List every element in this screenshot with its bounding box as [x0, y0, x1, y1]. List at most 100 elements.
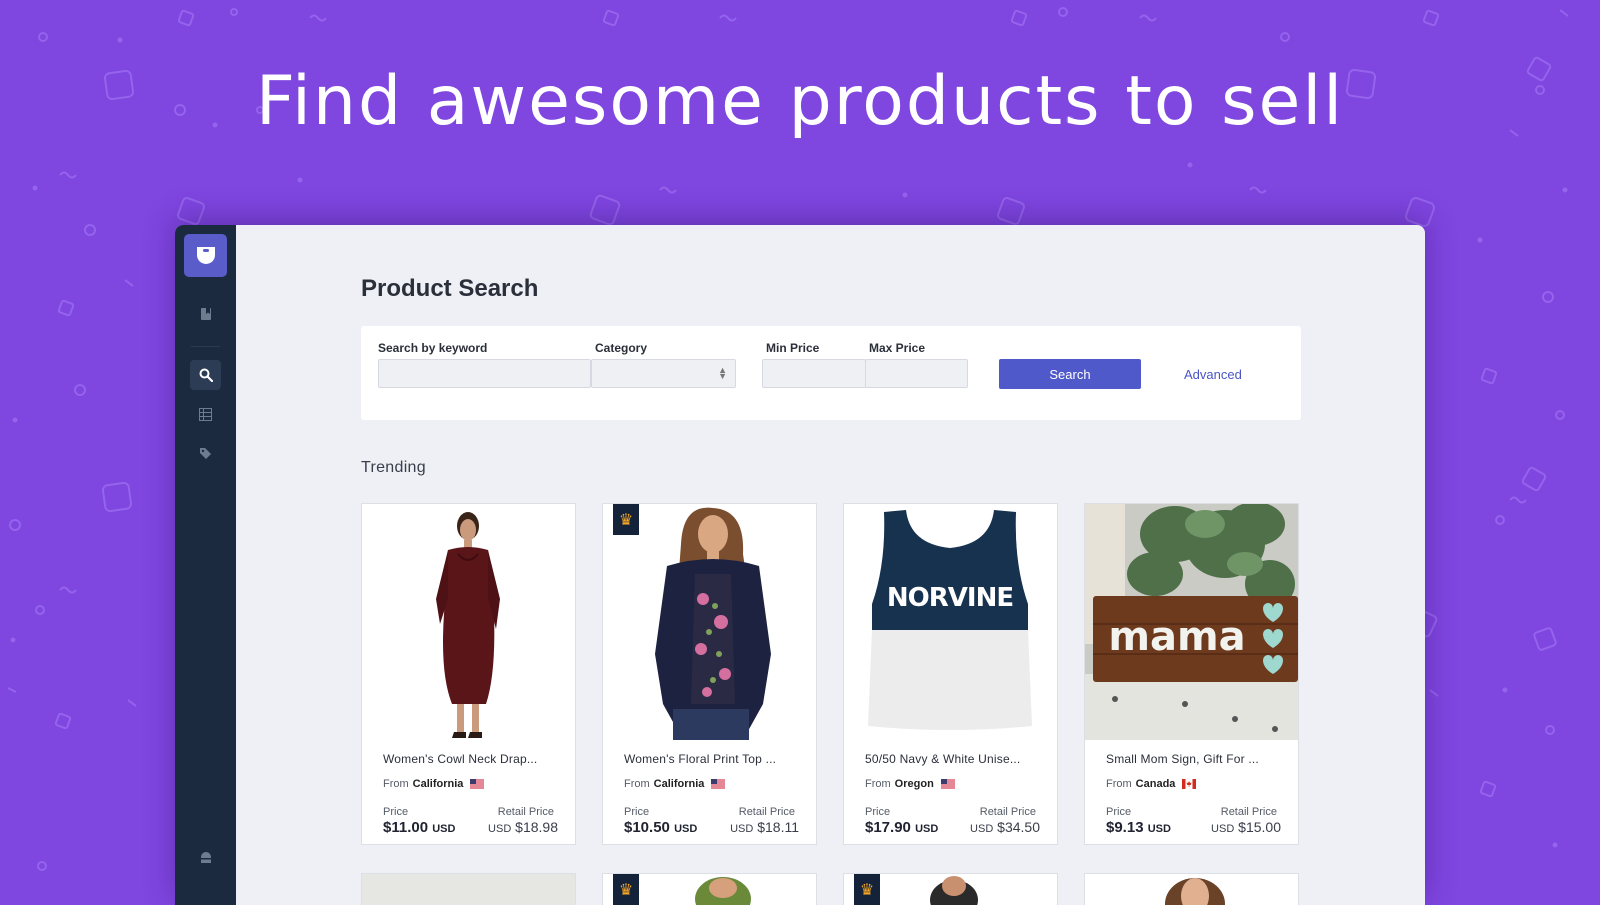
- category-label: Category: [595, 341, 648, 355]
- product-card[interactable]: ♛: [843, 873, 1058, 905]
- sign-text: mama: [1108, 614, 1245, 660]
- retail-price: USD $18.11: [730, 819, 799, 835]
- product-title: 50/50 Navy & White Unise...: [865, 752, 1021, 766]
- price-label: Price: [1106, 806, 1132, 818]
- premium-crown-icon: ♛: [613, 874, 639, 905]
- tag-icon: [200, 447, 211, 459]
- origin-value: California: [653, 778, 705, 790]
- keyword-label: Search by keyword: [378, 341, 488, 355]
- product-card[interactable]: mama Small Mom Sign, Gift For ... From C…: [1084, 503, 1299, 845]
- sidebar-item-store[interactable]: [190, 843, 221, 873]
- price-amount: $17.90: [865, 819, 911, 836]
- sidebar-item-search[interactable]: [190, 360, 221, 390]
- price-label: Price: [865, 806, 891, 818]
- us-flag-icon: [711, 779, 726, 789]
- product-image: mama: [1085, 504, 1298, 740]
- price-currency: USD: [1147, 823, 1171, 835]
- search-panel: Search by keyword Category ▲ ▼ Min Price …: [361, 326, 1301, 420]
- retail-price-label: Retail Price: [738, 806, 795, 818]
- product-title: Women's Cowl Neck Drap...: [383, 752, 538, 766]
- retail-currency: USD: [1211, 823, 1235, 835]
- product-image: ♛: [603, 504, 816, 740]
- price-currency: USD: [432, 823, 456, 835]
- product-origin: From California: [624, 778, 726, 790]
- product-card[interactable]: Women's Cowl Neck Drap... From Californi…: [361, 503, 576, 845]
- max-price-input[interactable]: [865, 359, 968, 388]
- from-label: From: [865, 778, 891, 790]
- product-image: NORVINE: [844, 504, 1057, 740]
- page-title: Product Search: [361, 275, 539, 302]
- min-price-input[interactable]: [762, 359, 866, 388]
- us-flag-icon: [470, 779, 485, 789]
- origin-value: Canada: [1135, 778, 1176, 790]
- hero-headline: Find awesome products to sell: [255, 62, 1345, 141]
- select-chevron-icon: ▲ ▼: [718, 365, 727, 381]
- retail-currency: USD: [970, 823, 994, 835]
- table-icon: [199, 407, 212, 421]
- floral-top-image: [655, 507, 771, 740]
- product-price: $10.50 USD: [624, 819, 697, 836]
- retail-currency: USD: [730, 823, 754, 835]
- product-card[interactable]: NORVINE 50/50 Navy & White Unise... From…: [843, 503, 1058, 845]
- product-origin: From Oregon: [865, 778, 955, 790]
- max-price-label: Max Price: [869, 341, 926, 355]
- origin-value: California: [412, 778, 464, 790]
- search-icon: [199, 368, 213, 382]
- price-amount: $9.13: [1106, 819, 1144, 836]
- retail-amount: $34.50: [997, 819, 1040, 835]
- retail-amount: $15.00: [1238, 819, 1281, 835]
- product-origin: From California: [383, 778, 485, 790]
- product-price: $11.00 USD: [383, 819, 455, 836]
- product-card[interactable]: ♛: [602, 873, 817, 905]
- tank-top-image: NORVINE: [868, 510, 1032, 730]
- product-title: Women's Floral Print Top ...: [624, 752, 777, 766]
- retail-price: USD $34.50: [970, 819, 1040, 835]
- retail-price-label: Retail Price: [497, 806, 554, 818]
- from-label: From: [383, 778, 409, 790]
- product-card[interactable]: [361, 873, 576, 905]
- search-button[interactable]: Search: [999, 359, 1141, 389]
- premium-crown-icon: ♛: [854, 874, 880, 905]
- sidebar: [175, 225, 236, 905]
- price-label: Price: [624, 806, 650, 818]
- sidebar-item-products[interactable]: [190, 399, 221, 429]
- trending-heading: Trending: [361, 459, 426, 476]
- us-flag-icon: [940, 779, 955, 789]
- min-price-label: Min Price: [766, 341, 820, 355]
- keyword-search-input[interactable]: [378, 359, 591, 388]
- retail-price-label: Retail Price: [1220, 806, 1277, 818]
- product-card[interactable]: [1084, 873, 1299, 905]
- sidebar-item-tags[interactable]: [190, 438, 221, 468]
- main-content: Product Search Search by keyword Categor…: [236, 225, 1425, 905]
- app-window: Product Search Search by keyword Categor…: [175, 225, 1425, 905]
- advanced-search-link[interactable]: Advanced: [1184, 367, 1242, 382]
- dress-image: [436, 512, 500, 738]
- retail-price: USD $15.00: [1211, 819, 1281, 835]
- product-origin: From Canada: [1106, 778, 1197, 790]
- product-card[interactable]: ♛ Women's Floral Print Top ... From Cali…: [602, 503, 817, 845]
- product-image: [1165, 878, 1225, 905]
- retail-price: USD $18.98: [488, 819, 558, 835]
- app-logo[interactable]: [184, 234, 227, 277]
- store-icon: [200, 852, 211, 863]
- sidebar-divider: [191, 346, 220, 347]
- retail-price-label: Retail Price: [979, 806, 1036, 818]
- sidebar-item-bookmarks[interactable]: [190, 299, 221, 329]
- bookmark-icon: [200, 308, 211, 320]
- shopping-bag-icon: [196, 246, 215, 264]
- category-select[interactable]: ▲ ▼: [591, 359, 736, 388]
- mama-sign-image: mama: [1085, 504, 1298, 740]
- price-currency: USD: [915, 823, 939, 835]
- tank-print-text: NORVINE: [887, 583, 1013, 613]
- canada-flag-icon: [1182, 779, 1197, 789]
- from-label: From: [1106, 778, 1132, 790]
- premium-crown-icon: ♛: [613, 504, 639, 535]
- product-price: $9.13 USD: [1106, 819, 1171, 836]
- origin-value: Oregon: [894, 778, 934, 790]
- price-currency: USD: [674, 823, 698, 835]
- price-label: Price: [383, 806, 409, 818]
- price-amount: $11.00: [383, 819, 429, 836]
- retail-amount: $18.11: [757, 819, 799, 835]
- retail-amount: $18.98: [515, 819, 558, 835]
- product-image: [362, 504, 575, 740]
